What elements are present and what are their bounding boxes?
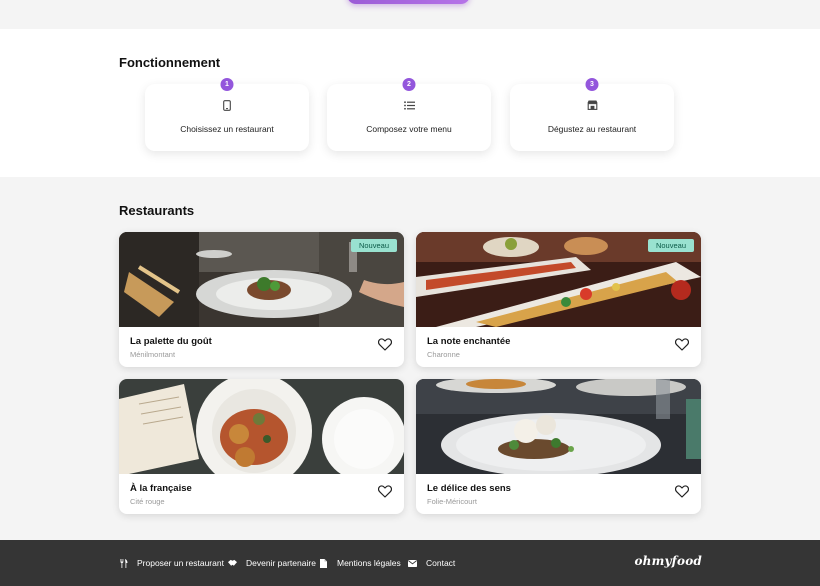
restaurant-card[interactable]: À la française Cité rouge — [119, 379, 404, 514]
footer: Proposer un restaurant Devenir partenair… — [0, 540, 820, 586]
step-number-badge: 2 — [402, 78, 416, 91]
restaurant-card[interactable]: Nouveau La palette du goût Ménilmontant — [119, 232, 404, 367]
restaurant-photo: Nouveau — [416, 232, 701, 327]
footer-link-partner[interactable]: Devenir partenaire — [228, 558, 316, 568]
heart-icon[interactable] — [674, 485, 690, 498]
restaurant-photo: Nouveau — [119, 232, 404, 327]
list-icon — [403, 99, 415, 111]
step-number-badge: 1 — [220, 78, 234, 91]
restaurant-location: Charonne — [427, 350, 460, 359]
step-compose-menu: 2 Composez votre menu — [327, 78, 491, 151]
step-label: Composez votre menu — [366, 124, 452, 134]
footer-link-label: Mentions légales — [337, 558, 401, 568]
restaurant-card[interactable]: Le délice des sens Folie-Méricourt — [416, 379, 701, 514]
restaurant-name: Le délice des sens — [427, 483, 511, 494]
new-badge: Nouveau — [350, 239, 397, 252]
restaurant-photo — [119, 379, 404, 474]
restaurant-card[interactable]: Nouveau La note enchantée Charonne — [416, 232, 701, 367]
handshake-icon — [228, 559, 237, 568]
step-choose-restaurant: 1 Choisissez un restaurant — [145, 78, 309, 151]
heart-icon[interactable] — [377, 338, 393, 351]
footer-link-label: Devenir partenaire — [246, 558, 316, 568]
how-it-works-title: Fonctionnement — [119, 55, 221, 70]
envelope-icon — [408, 559, 417, 568]
mobile-phone-icon — [221, 99, 233, 111]
heart-icon[interactable] — [674, 338, 690, 351]
restaurants-title: Restaurants — [119, 203, 195, 218]
step-label: Choisissez un restaurant — [180, 124, 274, 134]
restaurant-location: Ménilmontant — [130, 350, 176, 359]
restaurant-name: À la française — [130, 483, 192, 494]
footer-link-contact[interactable]: Contact — [408, 558, 455, 568]
cta-button[interactable] — [347, 0, 470, 4]
store-icon — [586, 99, 598, 111]
new-badge: Nouveau — [647, 239, 694, 252]
step-label: Dégustez au restaurant — [547, 124, 637, 134]
heart-icon[interactable] — [377, 485, 393, 498]
utensils-icon — [119, 558, 128, 568]
restaurant-name: La note enchantée — [427, 336, 511, 347]
top-band — [0, 0, 820, 29]
footer-link-legal[interactable]: Mentions légales — [319, 558, 401, 568]
restaurant-location: Cité rouge — [130, 497, 165, 506]
file-icon — [319, 558, 328, 568]
how-it-works-section: Fonctionnement 1 Choisissez un restauran… — [0, 29, 820, 177]
restaurant-location: Folie-Méricourt — [427, 497, 478, 506]
step-number-badge: 3 — [585, 78, 599, 91]
step-enjoy: 3 Dégustez au restaurant — [510, 78, 674, 151]
brand-logo[interactable]: ohmyfood — [634, 554, 702, 568]
footer-link-propose[interactable]: Proposer un restaurant — [119, 558, 224, 568]
restaurants-section: Restaurants Nouveau La palette du goût M… — [0, 177, 820, 540]
footer-link-label: Proposer un restaurant — [137, 558, 224, 568]
footer-link-label: Contact — [426, 558, 456, 568]
restaurant-photo — [416, 379, 701, 474]
restaurant-name: La palette du goût — [130, 336, 212, 347]
